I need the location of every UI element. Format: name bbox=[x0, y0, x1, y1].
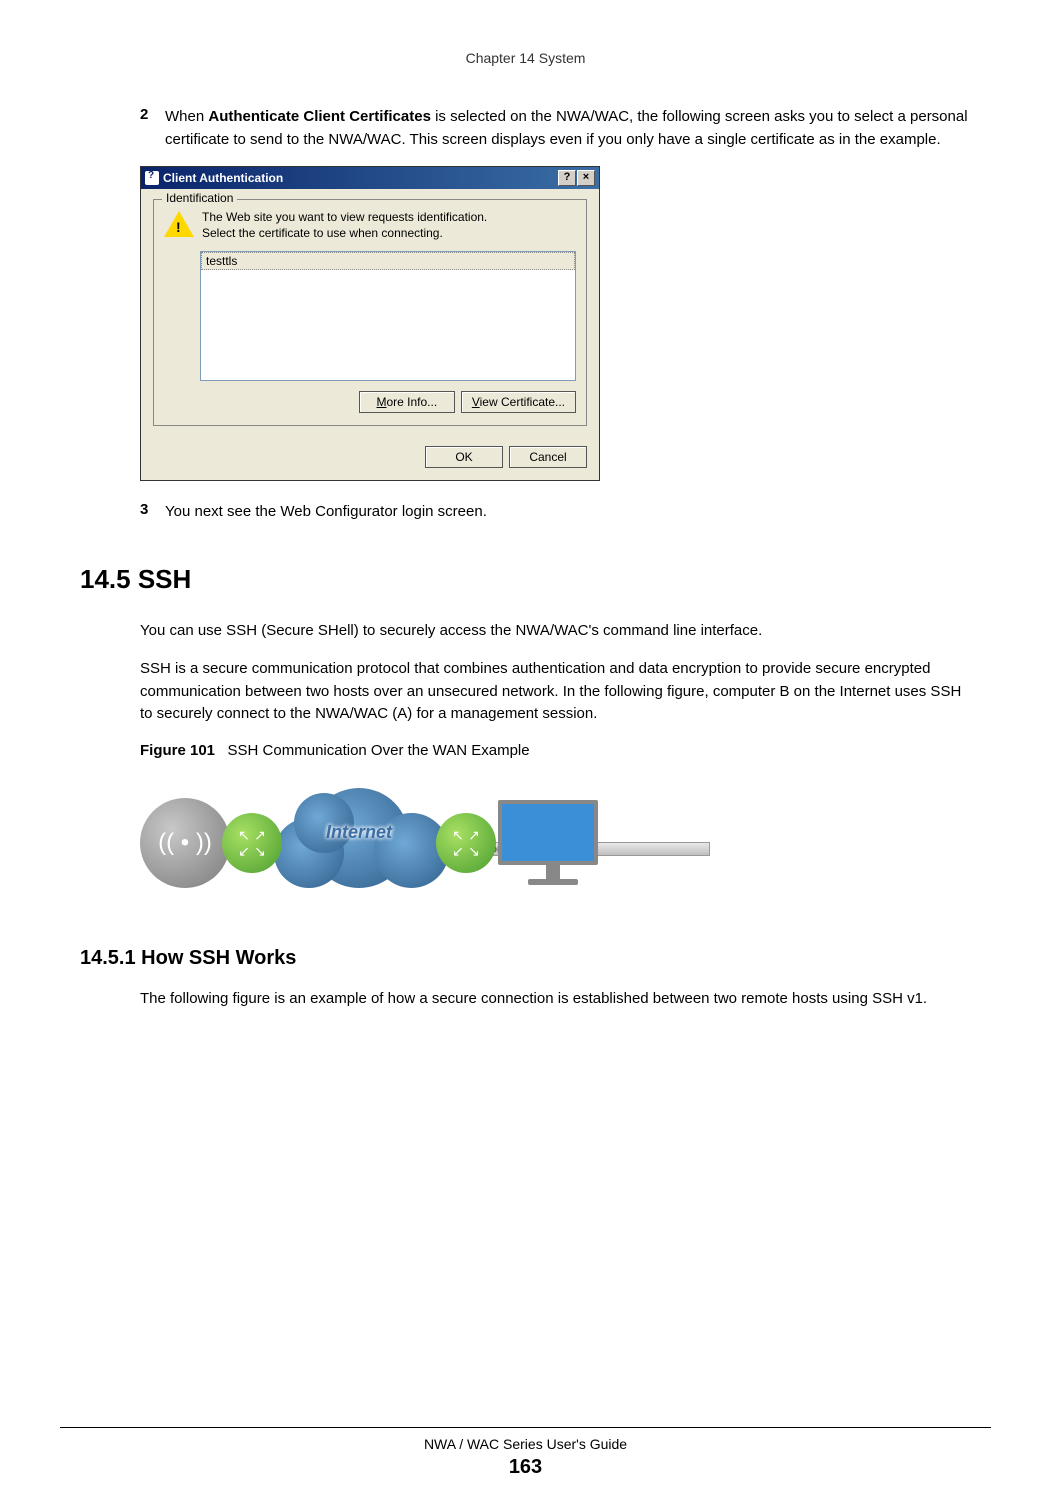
warning-icon bbox=[164, 210, 194, 238]
page-number: 163 bbox=[0, 1456, 1051, 1479]
figure-text: SSH Communication Over the WAN Example bbox=[228, 742, 530, 759]
internet-label: Internet bbox=[264, 822, 454, 843]
ident-line2: Select the certificate to use when conne… bbox=[202, 226, 487, 242]
ok-button[interactable]: OK bbox=[425, 446, 503, 468]
wifi-node-icon: (( • )) bbox=[140, 798, 230, 888]
step-text: When Authenticate Client Certificates is… bbox=[165, 106, 971, 151]
identification-fieldset: Identification The Web site you want to … bbox=[153, 199, 587, 426]
client-auth-dialog: Client Authentication ? × Identification… bbox=[140, 166, 600, 481]
identification-text: The Web site you want to view requests i… bbox=[202, 210, 487, 241]
certificate-item[interactable]: testtls bbox=[201, 252, 575, 270]
ident-line1: The Web site you want to view requests i… bbox=[202, 210, 487, 226]
fieldset-legend: Identification bbox=[162, 191, 237, 205]
how-ssh-para: The following figure is an example of ho… bbox=[140, 988, 971, 1011]
step-text: You next see the Web Configurator login … bbox=[165, 501, 971, 524]
help-button[interactable]: ? bbox=[558, 170, 576, 186]
figure-caption: Figure 101 SSH Communication Over the WA… bbox=[140, 742, 971, 759]
figure-label: Figure 101 bbox=[140, 742, 215, 759]
page-footer: NWA / WAC Series User's Guide 163 bbox=[0, 1427, 1051, 1479]
section-heading-ssh: 14.5 SSH bbox=[80, 564, 991, 595]
footer-guide-name: NWA / WAC Series User's Guide bbox=[0, 1436, 1051, 1452]
step-number: 2 bbox=[140, 106, 165, 151]
step-number: 3 bbox=[140, 501, 165, 524]
step-3: 3 You next see the Web Configurator logi… bbox=[140, 501, 971, 524]
dialog-title: Client Authentication bbox=[163, 171, 283, 185]
ssh-para2: SSH is a secure communication protocol t… bbox=[140, 658, 971, 726]
view-certificate-button[interactable]: View Certificate... bbox=[461, 391, 576, 413]
internet-cloud-icon: Internet bbox=[264, 778, 454, 908]
dialog-title-icon bbox=[145, 171, 159, 185]
more-info-button[interactable]: More Info... bbox=[359, 391, 455, 413]
ssh-para1: You can use SSH (Secure SHell) to secure… bbox=[140, 620, 971, 643]
step2-pre: When bbox=[165, 108, 208, 125]
router-node-icon: ↖↗↙↘ bbox=[222, 813, 282, 873]
close-button[interactable]: × bbox=[577, 170, 595, 186]
ssh-diagram: Secure Connection (( • )) ↖↗↙↘ Internet … bbox=[140, 774, 991, 912]
subsection-heading-how-ssh-works: 14.5.1 How SSH Works bbox=[80, 947, 991, 970]
step2-bold: Authenticate Client Certificates bbox=[208, 108, 431, 125]
cancel-button[interactable]: Cancel bbox=[509, 446, 587, 468]
more-info-accesskey: M bbox=[376, 395, 386, 409]
chapter-header: Chapter 14 System bbox=[60, 50, 991, 66]
certificate-list[interactable]: testtls bbox=[200, 251, 576, 381]
router-node-icon-2: ↖↗↙↘ bbox=[436, 813, 496, 873]
monitor-icon bbox=[498, 800, 608, 885]
wifi-label: (( • )) bbox=[158, 829, 212, 857]
step-2: 2 When Authenticate Client Certificates … bbox=[140, 106, 971, 151]
view-cert-accesskey: V bbox=[472, 395, 480, 409]
dialog-titlebar: Client Authentication ? × bbox=[141, 167, 599, 189]
